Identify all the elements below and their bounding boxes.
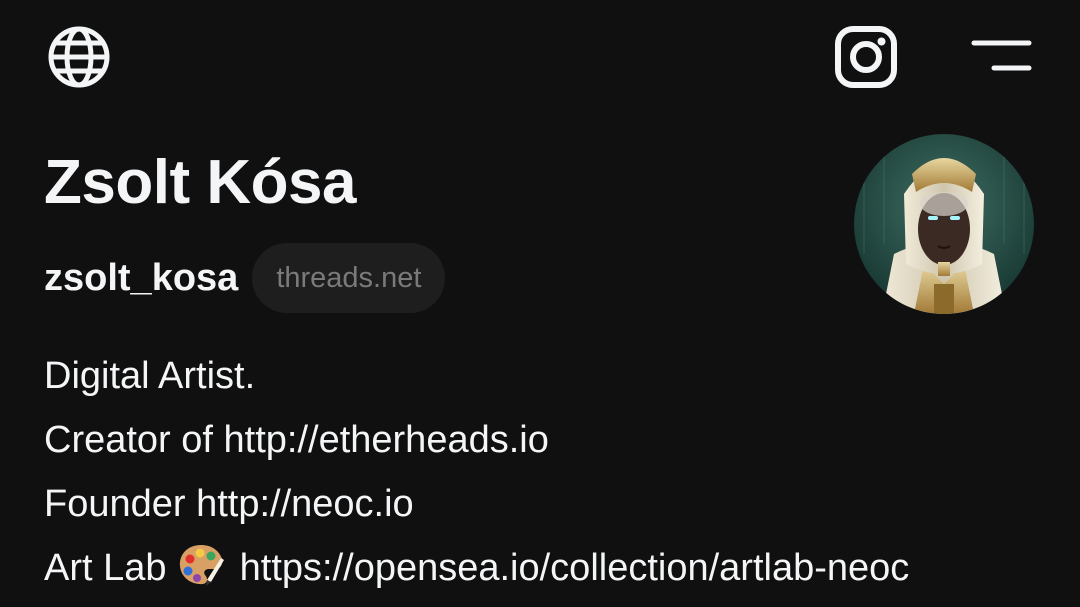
username-row: zsolt_kosa threads.net: [44, 243, 446, 313]
top-bar: [0, 0, 1080, 110]
bio-line-4-prefix: Art Lab: [44, 547, 178, 589]
username: zsolt_kosa: [44, 257, 239, 299]
domain-badge[interactable]: threads.net: [252, 243, 446, 313]
menu-icon[interactable]: [970, 36, 1034, 76]
bio-line-4-link[interactable]: https://opensea.io/collection/artlab-neo…: [229, 547, 910, 589]
avatar[interactable]: [854, 134, 1034, 314]
instagram-icon[interactable]: [833, 24, 899, 90]
avatar-image: [854, 134, 1034, 314]
bio-line-1: Digital Artist.: [44, 355, 256, 397]
bio: Digital Artist. Creator of http://etherh…: [44, 344, 1054, 600]
artist-palette-icon: [179, 545, 225, 586]
bio-line-3[interactable]: Founder http://neoc.io: [44, 472, 1054, 536]
bio-line-4[interactable]: Art Lab https://opensea.io/collection/ar…: [44, 536, 1054, 600]
profile-name: Zsolt Kósa: [44, 148, 356, 217]
bio-line-2[interactable]: Creator of http://etherheads.io: [44, 408, 1054, 472]
globe-icon[interactable]: [46, 24, 112, 90]
